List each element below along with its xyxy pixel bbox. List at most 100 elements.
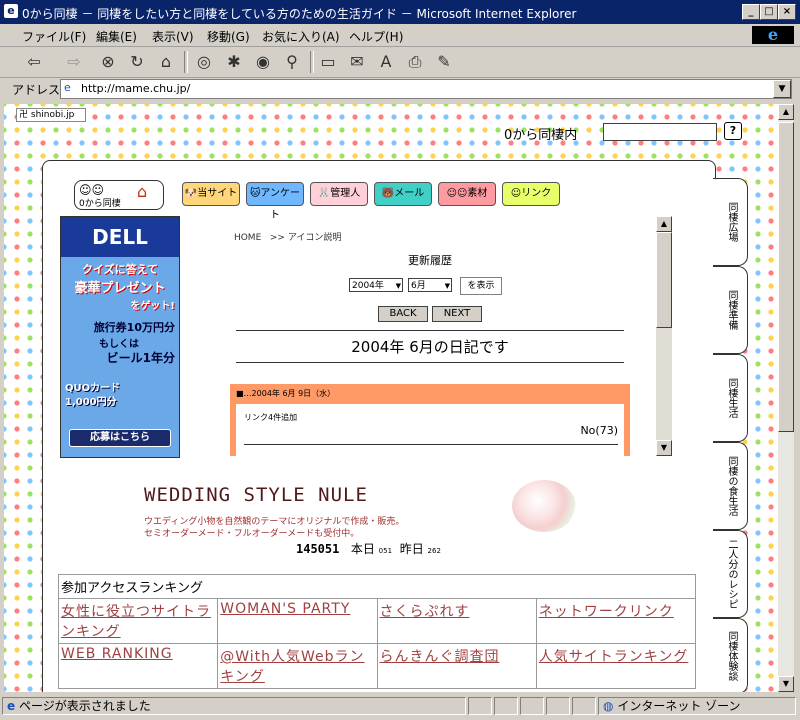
back-button[interactable]: BACK [378,306,428,322]
menu-edit[interactable]: 編集(E) [96,28,137,45]
home-icon[interactable]: ⌂ [154,50,178,74]
diary-entry: ■…2004年 6月 9日（水） リンク4件追加 No(73) [230,384,630,456]
breadcrumb-home[interactable]: HOME [234,233,261,243]
search-icon[interactable]: ◎ [192,50,216,74]
forward-arrow-icon[interactable]: ⇨ [62,50,86,74]
close-button[interactable]: × [778,4,796,20]
status-bar: e ページが表示されました ◍ インターネット ゾーン [0,694,800,720]
site-search-input[interactable] [603,123,717,141]
ranking-link[interactable]: 女性に役立つサイトランキング [61,604,211,640]
page-scrollbar[interactable]: ▲ ▼ [778,104,794,692]
favorites-icon[interactable]: ✱ [222,50,246,74]
diary-scrollbar[interactable]: ▲ ▼ [656,216,672,456]
toolbar-separator [184,51,188,73]
breadcrumb: >> HOME >> アイコン説明 [230,233,342,243]
site-logo[interactable]: ☺☺ 0から同棲 ⌂ [74,180,164,210]
ranking-title: 参加アクセスランキング [58,574,696,599]
ranking-link[interactable]: WEB RANKING [61,646,173,662]
scroll-thumb[interactable] [778,122,794,432]
page-viewport: 卍 shinobi.jp 0から同棲内 ? 同棲広場 同棲準備 同棲生活 同棲の… [4,104,778,692]
address-label: アドレス [12,83,61,97]
globe-icon: ◍ [603,699,614,713]
side-tab-3[interactable]: 同棲の食生活 [713,442,748,530]
ad-line3: をゲット! [130,301,175,312]
side-tab-5[interactable]: 同棲体験談 [713,618,748,692]
site-search-label: 0から同棲内 [504,128,578,143]
diary-heading: 2004年 6月の日記です [351,338,509,356]
year-select[interactable]: 2004年 ▼ [349,278,403,292]
next-button[interactable]: NEXT [432,306,482,322]
address-input[interactable]: e http://mame.chu.jp/ ▼ [60,79,792,99]
counter-yesterday: 262 [427,547,441,555]
scroll-thumb[interactable] [656,232,672,328]
mail-icon[interactable]: ✉ [345,50,369,74]
scroll-down-icon[interactable]: ▼ [656,440,672,456]
side-tab-4[interactable]: 二人分のレシピ [713,530,748,618]
media-icon[interactable]: ◉ [251,50,275,74]
ranking-link[interactable]: 人気サイトランキング [539,649,689,665]
nav-about[interactable]: 🐶当サイト [182,182,240,206]
ranking-link[interactable]: らんきんぐ調査団 [380,649,500,665]
scroll-up-icon[interactable]: ▲ [656,216,672,232]
side-tab-0[interactable]: 同棲広場 [713,178,748,266]
window-title: 0から同棲 － 同棲をしたい方と同棲をしている方のための生活ガイド － Micr… [22,7,577,21]
breadcrumb-icon-help[interactable]: アイコン説明 [288,233,342,243]
toolbar-separator [310,51,314,73]
scroll-up-icon[interactable]: ▲ [778,104,794,120]
shinobi-label: shinobi.jp [30,110,75,120]
nav-link[interactable]: ☺リンク [502,182,560,206]
nav-admin[interactable]: 🐰管理人 [310,182,368,206]
shinobi-badge[interactable]: 卍 shinobi.jp [16,108,86,122]
menu-go[interactable]: 移動(G) [207,28,250,45]
ranking-link[interactable]: @With人気Webランキング [220,649,364,685]
menu-favorites[interactable]: お気に入り(A) [262,28,340,45]
scroll-down-icon[interactable]: ▼ [778,676,794,692]
edit-icon[interactable]: ✎ [432,50,456,74]
fullscreen-icon[interactable]: ▭ [316,50,340,74]
maximize-button[interactable]: □ [760,4,778,20]
ad-line4: 旅行券10万円分 [93,321,175,334]
print-icon[interactable]: ⎙ [403,50,427,74]
address-dropdown-icon[interactable]: ▼ [773,80,791,98]
history-icon[interactable]: ⚲ [280,50,304,74]
menu-help[interactable]: ヘルプ(H) [349,28,403,45]
refresh-icon[interactable]: ↻ [125,50,149,74]
font-size-icon[interactable]: A [374,50,398,74]
show-button[interactable]: を表示 [460,277,502,295]
minimize-button[interactable]: _ [742,4,760,20]
menu-file[interactable]: ファイル(F) [22,28,86,45]
rose-icon [512,480,576,532]
ie-window-icon: e [4,4,18,18]
house-icon: ⌂ [137,182,148,201]
side-tab-1[interactable]: 同棲準備 [713,266,748,354]
divider [236,330,624,331]
toolbar: ⇦ ⇨ ⊗ ↻ ⌂ ◎ ✱ ◉ ⚲ ▭ ✉ A ⎙ ✎ [0,47,800,78]
divider [244,444,618,445]
ad-apply-button[interactable]: 応募はこちら [69,429,171,447]
ad-line8: 1,000円分 [65,397,117,408]
menu-view[interactable]: 表示(V) [152,28,194,45]
counter-total: 145051 [296,542,340,556]
ad-line1: クイズに答えて [81,263,159,276]
nav-survey[interactable]: 🐱アンケート [246,182,304,221]
menu-bar: ファイル(F) 編集(E) 表示(V) 移動(G) お気に入り(A) ヘルプ(H… [0,24,800,47]
month-select[interactable]: 6月 ▼ [408,278,452,292]
ranking-link[interactable]: WOMAN'S PARTY [220,601,350,617]
zone-cell: ◍ インターネット ゾーン [598,697,796,715]
logo-text: 0から同棲 [79,199,121,209]
ranking-link[interactable]: さくらぷれす [380,604,470,620]
status-text: ページが表示されました [18,699,151,713]
nav-material[interactable]: ☺☺素材 [438,182,496,206]
counter-yesterday-label: 昨日 [399,542,424,556]
back-arrow-icon[interactable]: ⇦ [22,50,46,74]
faces-icon: ☺☺ [446,188,468,199]
search-help-icon[interactable]: ? [724,122,742,140]
diary-frame: >> HOME >> アイコン説明 更新履歴 2004年 ▼ 6月 ▼ を表示 … [230,216,656,456]
side-tab-2[interactable]: 同棲生活 [713,354,748,442]
dell-ad-banner[interactable]: DELL クイズに答えて 豪華プレゼント をゲット! 旅行券10万円分 もしくは… [60,216,180,458]
ranking-link[interactable]: ネットワークリンク [539,604,674,620]
entry-text: リンク4件追加 [244,413,298,422]
stop-icon[interactable]: ⊗ [96,50,120,74]
divider [236,362,624,363]
nav-mail[interactable]: 🐻メール [374,182,432,206]
